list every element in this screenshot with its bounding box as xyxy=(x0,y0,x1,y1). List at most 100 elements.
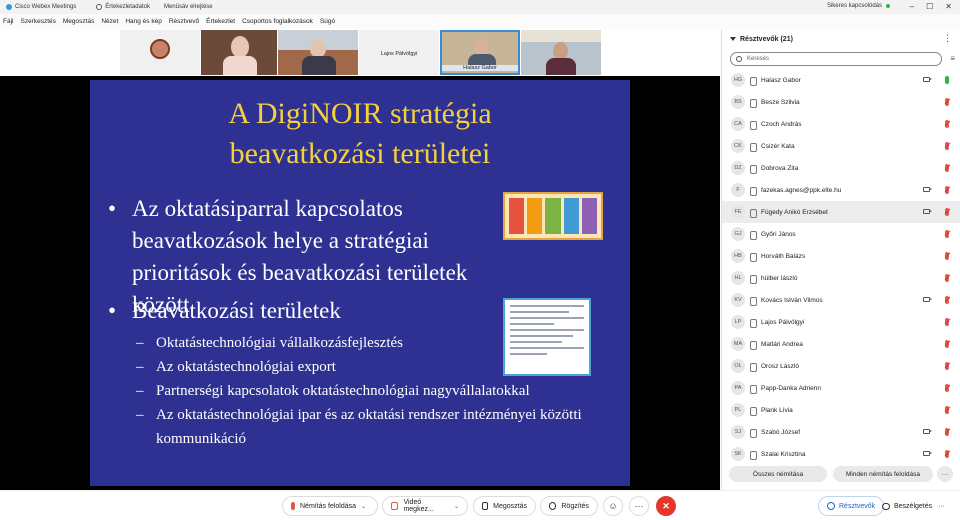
video-tile[interactable] xyxy=(120,30,200,75)
microphone-muted-icon[interactable] xyxy=(945,164,949,172)
unmute-all-button[interactable]: Minden némítás feloldása xyxy=(833,466,933,482)
device-icon xyxy=(749,340,757,350)
video-tile[interactable] xyxy=(278,30,358,75)
microphone-muted-icon[interactable] xyxy=(945,340,949,348)
chevron-down-icon[interactable]: ⌄ xyxy=(454,503,459,510)
menu-meeting[interactable]: Értekezlet xyxy=(206,18,235,25)
avatar: DZ xyxy=(731,161,745,175)
participant-row[interactable]: F fazekas.agnes@ppk.elte.hu xyxy=(722,179,960,201)
close-button[interactable]: ✕ xyxy=(945,2,952,11)
participant-row[interactable]: HG Halasz Gabor xyxy=(722,69,960,91)
microphone-muted-icon[interactable] xyxy=(945,252,949,260)
participant-row[interactable]: OL Orosz László xyxy=(722,355,960,377)
menu-participant[interactable]: Résztvevő xyxy=(169,18,199,25)
presentation-slide: A DigiNOIR stratégia beavatkozási terüle… xyxy=(90,80,630,486)
microphone-muted-icon[interactable] xyxy=(945,120,949,128)
minimize-button[interactable]: – xyxy=(910,2,914,11)
microphone-muted-icon[interactable] xyxy=(945,296,949,304)
participant-row[interactable]: DZ Dobrova Zita xyxy=(722,157,960,179)
menu-view[interactable]: Nézet xyxy=(101,18,118,25)
menu-edit[interactable]: Szerkesztés xyxy=(20,18,55,25)
footer-more-button[interactable]: ··· xyxy=(937,466,953,482)
panel-more-button[interactable]: ⋮ xyxy=(943,33,952,44)
microphone-muted-icon[interactable] xyxy=(945,142,949,150)
mute-all-button[interactable]: Összes némítása xyxy=(729,466,827,482)
menu-bar: Fájl Szerkesztés Megosztás Nézet Hang és… xyxy=(0,14,960,29)
webex-logo-icon xyxy=(6,4,12,10)
maximize-button[interactable]: ☐ xyxy=(926,2,933,11)
more-options-button[interactable]: ··· xyxy=(629,496,649,516)
slide-image-document xyxy=(503,298,591,376)
participant-row[interactable]: PL Plank Lívia xyxy=(722,399,960,421)
microphone-muted-icon[interactable] xyxy=(945,318,949,326)
share-button[interactable]: Megosztás xyxy=(473,496,536,516)
right-more-button[interactable]: ··· xyxy=(934,496,949,516)
avatar: PL xyxy=(731,403,745,417)
microphone-muted-icon[interactable] xyxy=(945,450,949,458)
participant-row[interactable]: KV Kovács István Vilmos xyxy=(722,289,960,311)
hide-menu-button[interactable]: Menüsáv elrejtése xyxy=(164,4,213,10)
participant-row[interactable]: SJ Szabó József xyxy=(722,421,960,443)
participant-name: Lajos Pálvölgyi xyxy=(761,318,805,326)
chevron-down-icon[interactable]: ⌄ xyxy=(361,503,366,510)
participants-panel: Résztvevők (21) ⋮ Keresés ≡ HG Halasz Ga… xyxy=(721,29,960,490)
participant-row[interactable]: MA Matlári Andrea xyxy=(722,333,960,355)
device-icon xyxy=(749,76,757,86)
menu-file[interactable]: Fájl xyxy=(3,18,13,25)
camera-icon xyxy=(923,429,932,434)
info-icon xyxy=(96,4,103,10)
participant-row[interactable]: GJ Győri János xyxy=(722,223,960,245)
device-icon xyxy=(749,186,757,196)
participant-row[interactable]: HL hülber lászló xyxy=(722,267,960,289)
participants-header[interactable]: Résztvevők (21) xyxy=(730,36,793,43)
microphone-muted-icon[interactable] xyxy=(945,274,949,282)
avatar: GJ xyxy=(731,227,745,241)
participant-name: Besze Szilvia xyxy=(761,98,800,106)
participant-row[interactable]: LP Lajos Pálvölgyi xyxy=(722,311,960,333)
search-input[interactable]: Keresés xyxy=(730,52,942,66)
microphone-muted-icon[interactable] xyxy=(945,362,949,370)
avatar: LP xyxy=(731,315,745,329)
video-tile[interactable]: Lajos Pálvölgyi xyxy=(359,30,439,75)
microphone-muted-icon[interactable] xyxy=(945,230,949,238)
participant-row[interactable]: SK Szalai Krisztina xyxy=(722,443,960,465)
device-icon xyxy=(749,384,757,394)
chevron-down-icon xyxy=(730,37,736,42)
participant-row[interactable]: BS Besze Szilvia xyxy=(722,91,960,113)
camera-icon xyxy=(923,297,932,302)
video-tile[interactable] xyxy=(201,30,277,75)
video-tile-active-speaker[interactable]: Halasz Gabor xyxy=(440,30,520,75)
chat-toggle-button[interactable]: Beszélgetés xyxy=(874,496,940,516)
participant-row[interactable]: CK Csizér Kata xyxy=(722,135,960,157)
microphone-muted-icon[interactable] xyxy=(945,98,949,106)
participant-row[interactable]: CA Czoch András xyxy=(722,113,960,135)
device-icon xyxy=(749,274,757,284)
meeting-info-button[interactable]: Értekezletadatok xyxy=(96,4,150,10)
microphone-muted-icon[interactable] xyxy=(945,406,949,414)
device-icon xyxy=(749,428,757,438)
microphone-muted-icon[interactable] xyxy=(945,208,949,216)
record-button[interactable]: Rögzítés xyxy=(540,496,598,516)
start-video-button[interactable]: Videó megkez... ⌄ xyxy=(382,496,468,516)
participant-face xyxy=(474,38,488,55)
menu-audio-video[interactable]: Hang és kép xyxy=(125,18,162,25)
menu-breakout[interactable]: Csoportos foglalkozások xyxy=(242,18,313,25)
microphone-icon[interactable] xyxy=(945,76,949,84)
reactions-button[interactable]: ☺ xyxy=(603,496,623,516)
participant-row[interactable]: HB Horváth Balázs xyxy=(722,245,960,267)
menu-share[interactable]: Megosztás xyxy=(63,18,94,25)
microphone-muted-icon[interactable] xyxy=(945,186,949,194)
microphone-muted-icon[interactable] xyxy=(945,384,949,392)
participant-row[interactable]: PA Papp-Danka Adrienn xyxy=(722,377,960,399)
video-strip: Lajos Pálvölgyi Halasz Gabor xyxy=(0,29,720,76)
unmute-button[interactable]: Némítás feloldása ⌄ xyxy=(282,496,378,516)
video-tile[interactable] xyxy=(521,30,601,75)
device-icon xyxy=(749,362,757,372)
app-name: Cisco Webex Meetings xyxy=(6,4,76,10)
menu-help[interactable]: Súgó xyxy=(320,18,335,25)
leave-meeting-button[interactable]: ✕ xyxy=(656,496,676,516)
sort-icon[interactable]: ≡ xyxy=(950,54,955,63)
window-controls: – ☐ ✕ xyxy=(910,2,952,11)
microphone-muted-icon[interactable] xyxy=(945,428,949,436)
participant-row-selected[interactable]: FE Fügedy Anikó Erzsébet xyxy=(722,201,960,223)
